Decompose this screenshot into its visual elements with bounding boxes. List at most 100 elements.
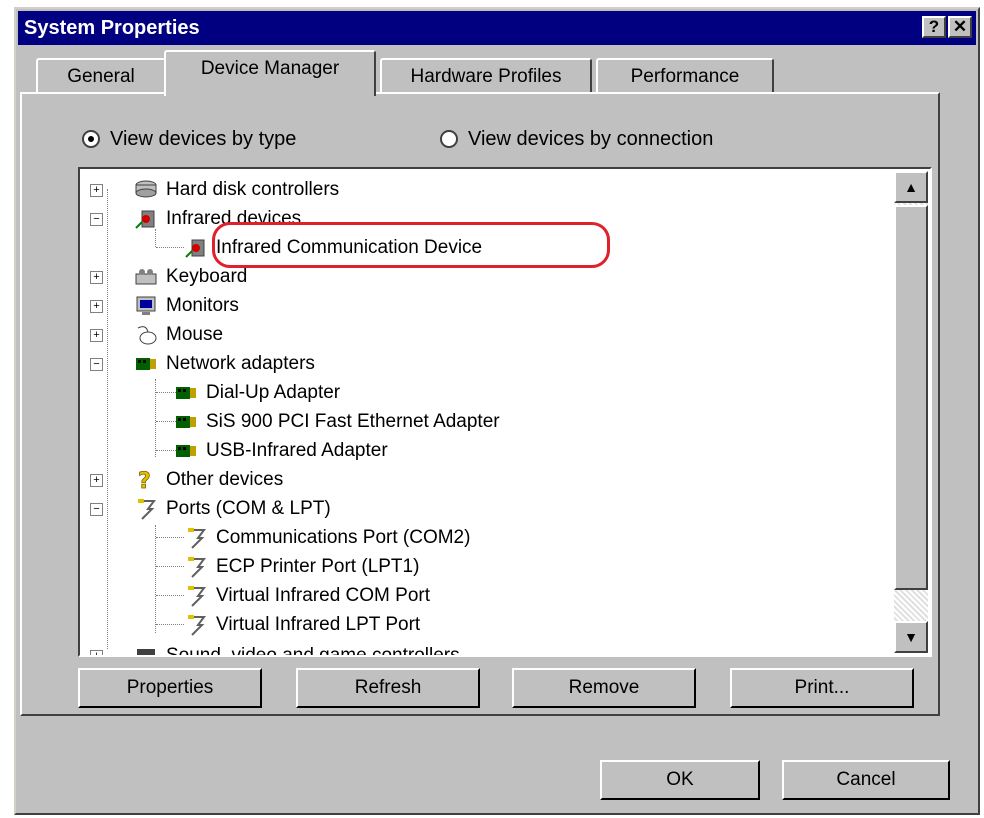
radio-view-by-connection-label: View devices by connection bbox=[468, 128, 714, 150]
tab-performance[interactable]: Performance bbox=[596, 58, 774, 94]
tree-item[interactable]: + ? Other devices bbox=[90, 465, 283, 494]
vertical-scrollbar[interactable]: ▲ ▼ bbox=[894, 171, 928, 653]
tree-item-label: SiS 900 PCI Fast Ethernet Adapter bbox=[206, 411, 500, 432]
help-icon: ? bbox=[928, 17, 940, 36]
radio-view-by-connection[interactable]: View devices by connection bbox=[440, 125, 713, 153]
close-button[interactable]: ✕ bbox=[948, 16, 972, 38]
mouse-icon bbox=[134, 324, 158, 346]
disk-controller-icon bbox=[134, 179, 158, 201]
ok-button-label: OK bbox=[666, 769, 694, 790]
refresh-button[interactable]: Refresh bbox=[296, 668, 480, 708]
print-button[interactable]: Print... bbox=[730, 668, 914, 708]
radio-selected-icon[interactable] bbox=[82, 130, 100, 148]
expand-icon[interactable]: + bbox=[90, 650, 103, 655]
tree-item-label: Communications Port (COM2) bbox=[216, 527, 471, 548]
ok-button[interactable]: OK bbox=[600, 760, 760, 800]
tree-line bbox=[107, 189, 108, 649]
tab-general-label: General bbox=[67, 66, 135, 87]
tab-performance-label: Performance bbox=[630, 66, 740, 87]
network-adapter-icon bbox=[174, 440, 198, 462]
tree-item[interactable]: + Sound, video and game controllers bbox=[90, 641, 460, 657]
tree-item[interactable]: ECP Printer Port (LPT1) bbox=[138, 552, 419, 581]
svg-text:?: ? bbox=[138, 469, 151, 491]
properties-button-label: Properties bbox=[126, 677, 214, 698]
tree-item[interactable]: Virtual Infrared COM Port bbox=[138, 581, 430, 610]
tab-hardware-profiles[interactable]: Hardware Profiles bbox=[380, 58, 592, 94]
print-button-label: Print... bbox=[794, 677, 850, 698]
sound-icon bbox=[134, 645, 158, 655]
tree-line bbox=[156, 624, 184, 625]
network-adapter-icon bbox=[174, 411, 198, 433]
tree-item[interactable]: Dial-Up Adapter bbox=[138, 378, 340, 407]
arrow-up-icon: ▲ bbox=[904, 179, 918, 195]
tree-item-label: Sound, video and game controllers bbox=[166, 645, 460, 657]
radio-view-by-type-label: View devices by type bbox=[110, 128, 297, 150]
expand-icon[interactable]: + bbox=[90, 329, 103, 342]
tree-item-label: Mouse bbox=[166, 324, 224, 345]
tree-item-label: ECP Printer Port (LPT1) bbox=[216, 556, 420, 577]
window-title: System Properties bbox=[24, 17, 200, 39]
expand-icon[interactable]: + bbox=[90, 184, 103, 197]
port-icon bbox=[184, 585, 208, 607]
tree-item[interactable]: + Monitors bbox=[90, 291, 239, 320]
title-bar[interactable]: System Properties ? ✕ bbox=[18, 11, 976, 45]
expand-icon[interactable]: + bbox=[90, 300, 103, 313]
scroll-thumb[interactable] bbox=[894, 205, 928, 590]
remove-button[interactable]: Remove bbox=[512, 668, 696, 708]
tree-item[interactable]: + Hard disk controllers bbox=[90, 175, 339, 204]
port-icon bbox=[184, 614, 208, 636]
expand-icon[interactable]: + bbox=[90, 271, 103, 284]
tree-item[interactable]: USB-Infrared Adapter bbox=[138, 436, 388, 465]
tab-device-manager-label: Device Manager bbox=[200, 58, 340, 79]
remove-button-label: Remove bbox=[568, 677, 640, 698]
infrared-icon bbox=[134, 208, 158, 230]
infrared-icon bbox=[184, 237, 208, 259]
tab-hardware-profiles-label: Hardware Profiles bbox=[410, 66, 562, 87]
tab-general[interactable]: General bbox=[36, 58, 166, 94]
refresh-button-label: Refresh bbox=[354, 677, 422, 698]
tree-line bbox=[156, 595, 184, 596]
scroll-up-button[interactable]: ▲ bbox=[894, 171, 928, 203]
tree-item-label: Monitors bbox=[166, 295, 239, 316]
tree-item-label: Virtual Infrared COM Port bbox=[216, 585, 431, 606]
arrow-down-icon: ▼ bbox=[904, 629, 918, 645]
port-icon bbox=[184, 556, 208, 578]
network-adapter-icon bbox=[174, 382, 198, 404]
radio-view-by-type[interactable]: View devices by type bbox=[82, 125, 296, 153]
monitor-icon bbox=[134, 295, 158, 317]
collapse-icon[interactable]: − bbox=[90, 503, 103, 516]
scroll-down-button[interactable]: ▼ bbox=[894, 621, 928, 653]
radio-unselected-icon[interactable] bbox=[440, 130, 458, 148]
help-button[interactable]: ? bbox=[922, 16, 946, 38]
cancel-button[interactable]: Cancel bbox=[782, 760, 950, 800]
port-icon bbox=[184, 527, 208, 549]
tree-item-label: Hard disk controllers bbox=[166, 179, 340, 200]
tree-item-label: Other devices bbox=[166, 469, 284, 490]
tree-line bbox=[156, 537, 184, 538]
tree-item[interactable]: − Network adapters bbox=[90, 349, 315, 378]
network-adapter-icon bbox=[134, 353, 158, 375]
close-icon: ✕ bbox=[952, 17, 968, 36]
tree-line bbox=[156, 566, 184, 567]
tree-item-label: USB-Infrared Adapter bbox=[206, 440, 388, 461]
collapse-icon[interactable]: − bbox=[90, 358, 103, 371]
tree-line bbox=[156, 247, 184, 248]
tree-item[interactable]: SiS 900 PCI Fast Ethernet Adapter bbox=[138, 407, 500, 436]
tree-item[interactable]: Virtual Infrared LPT Port bbox=[138, 610, 420, 639]
tree-item-label: Network adapters bbox=[166, 353, 315, 374]
tree-item-label: Ports (COM & LPT) bbox=[166, 498, 331, 519]
keyboard-icon bbox=[134, 266, 158, 288]
tree-item-label: Virtual Infrared LPT Port bbox=[216, 614, 421, 635]
collapse-icon[interactable]: − bbox=[90, 213, 103, 226]
cancel-button-label: Cancel bbox=[836, 769, 896, 790]
tree-item[interactable]: + Mouse bbox=[90, 320, 223, 349]
tree-item-label: Dial-Up Adapter bbox=[206, 382, 341, 403]
expand-icon[interactable]: + bbox=[90, 474, 103, 487]
properties-button[interactable]: Properties bbox=[78, 668, 262, 708]
highlight-ring bbox=[212, 222, 610, 268]
tab-device-manager[interactable]: Device Manager bbox=[164, 50, 376, 96]
question-icon: ? bbox=[134, 468, 158, 494]
port-icon bbox=[134, 498, 158, 520]
tree-item[interactable]: − Ports (COM & LPT) bbox=[90, 494, 331, 523]
tree-item[interactable]: Communications Port (COM2) bbox=[138, 523, 470, 552]
